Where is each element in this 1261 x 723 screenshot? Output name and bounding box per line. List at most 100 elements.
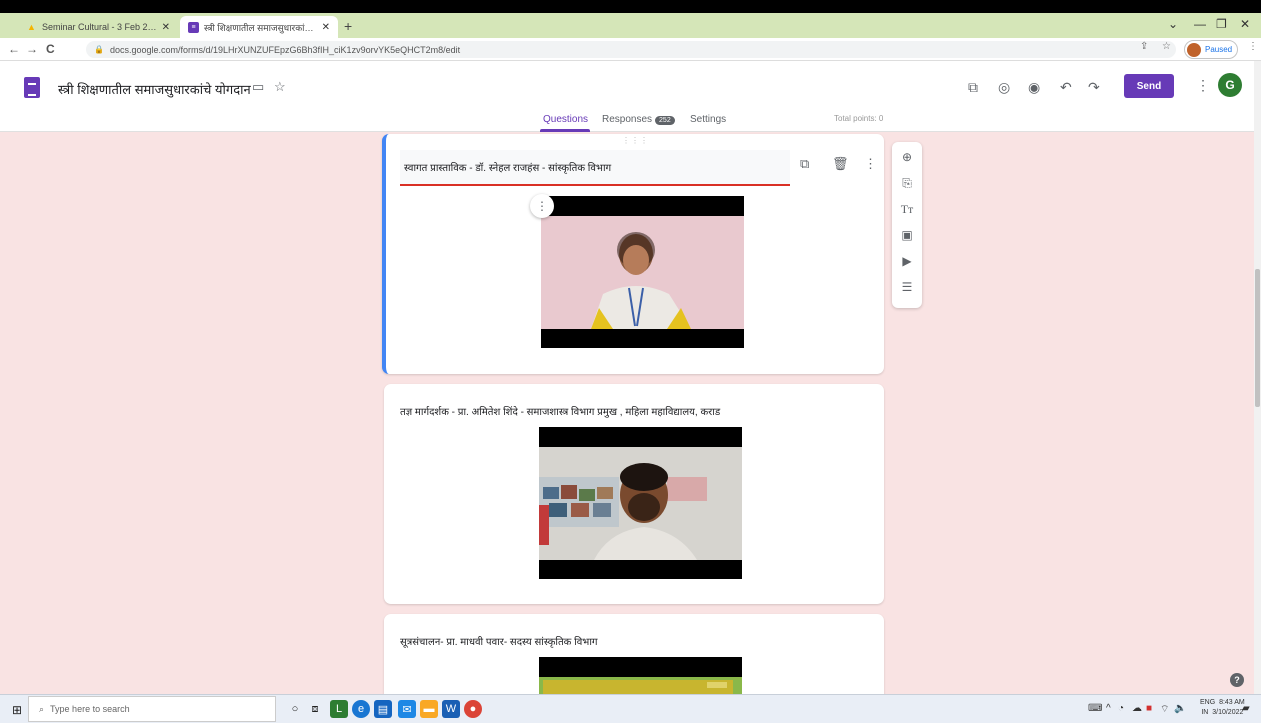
floating-toolbar: ⊕ ⎘ Tт ▣ ▶ ☰ xyxy=(892,142,922,308)
delete-icon[interactable]: 🗑 xyxy=(832,156,849,172)
taskbar-search-input[interactable]: ⌕ Type here to search xyxy=(28,696,276,722)
windows-taskbar: ⊞ ⌕ Type here to search ○ ⧈ L e ▤ ✉ ▬ W … xyxy=(0,694,1261,723)
item-title-text: तज्ञ मार्गदर्शक - प्रा. अमितेश शिंदे - स… xyxy=(400,407,721,418)
share-icon[interactable]: ⇪ xyxy=(1140,41,1148,52)
search-placeholder: Type here to search xyxy=(50,704,130,714)
network-icon[interactable]: ◔ xyxy=(1118,703,1124,714)
add-title-icon[interactable]: Tт xyxy=(892,202,922,217)
star-icon[interactable]: ☆ xyxy=(274,79,286,95)
keyboard-icon[interactable]: ⌨ xyxy=(1088,703,1102,714)
address-bar[interactable]: 🔒 docs.google.com/forms/d/19LHrXUNZUFEpz… xyxy=(86,41,1176,58)
new-tab-button[interactable]: + xyxy=(344,18,352,34)
clock-date: 3/10/2022 xyxy=(1212,709,1244,716)
onedrive-icon[interactable]: ☁ xyxy=(1132,703,1142,714)
add-question-icon[interactable]: ⊕ xyxy=(892,150,922,164)
question-card-1[interactable]: ⋮⋮⋮ स्वागत प्रास्ताविक - डॉ. स्नेहल राजह… xyxy=(382,134,884,374)
close-window-button[interactable]: ✕ xyxy=(1240,17,1250,31)
antivirus-icon[interactable]: ■ xyxy=(1146,703,1152,714)
folder-icon[interactable]: ▭ xyxy=(252,79,264,95)
notifications-icon[interactable]: ▰ xyxy=(1242,703,1250,714)
form-title[interactable]: स्त्री शिक्षणातील समाजसुधारकांचे योगदान xyxy=(58,80,251,98)
language-bottom: IN xyxy=(1201,709,1209,716)
chrome-icon[interactable]: ● xyxy=(464,700,482,718)
tab-questions[interactable]: Questions xyxy=(543,114,588,125)
tab-responses-label: Responses xyxy=(602,114,653,125)
close-icon[interactable]: ✕ xyxy=(322,22,330,33)
import-questions-icon[interactable]: ⎘ xyxy=(892,176,922,191)
forward-icon[interactable]: → xyxy=(26,42,38,56)
browser-toolbar: ← → C 🔒 docs.google.com/forms/d/19LHrXUN… xyxy=(0,38,1261,61)
minimize-button[interactable]: — xyxy=(1194,17,1206,31)
tab-settings[interactable]: Settings xyxy=(690,114,726,125)
question-card-2[interactable]: तज्ञ मार्गदर्शक - प्रा. अमितेश शिंदे - स… xyxy=(384,384,884,604)
palette-icon[interactable]: ◎ xyxy=(998,79,1010,96)
edge-icon[interactable]: e xyxy=(352,700,370,718)
task-view-icon[interactable]: ⧈ xyxy=(306,700,324,718)
show-hidden-icons[interactable]: ^ xyxy=(1106,703,1111,714)
preview-eye-icon[interactable]: ◉ xyxy=(1028,79,1040,96)
tab-responses[interactable]: Responses 252 xyxy=(602,114,675,125)
add-video-icon[interactable]: ▶ xyxy=(892,254,922,268)
video-thumbnail[interactable] xyxy=(541,196,744,348)
profile-avatar xyxy=(1187,42,1201,57)
item-title-field[interactable]: स्वागत प्रास्ताविक - डॉ. स्नेहल राजहंस -… xyxy=(400,150,790,186)
scroll-thumb[interactable] xyxy=(1255,269,1260,407)
add-section-icon[interactable]: ☰ xyxy=(892,280,922,294)
drag-handle-icon[interactable]: ⋮⋮⋮ xyxy=(622,136,649,145)
app-l-icon[interactable]: L xyxy=(330,700,348,718)
add-image-icon[interactable]: ▣ xyxy=(892,228,922,242)
tab-search-icon[interactable]: ⌄ xyxy=(1168,17,1178,31)
browser-tab-form[interactable]: ≡ स्त्री शिक्षणातील समाजसुधारकांचे योग ✕ xyxy=(180,16,338,38)
tab-title: Seminar Cultural - 3 Feb 2021 - xyxy=(42,22,158,32)
system-clock[interactable]: ENG 8:43 AM IN 3/10/2022 xyxy=(1200,698,1245,718)
word-icon[interactable]: W xyxy=(442,700,460,718)
language-top: ENG xyxy=(1200,699,1216,706)
help-icon[interactable]: ? xyxy=(1230,673,1244,687)
paused-label: Paused xyxy=(1205,45,1233,54)
more-options-icon[interactable]: ⋮ xyxy=(1196,77,1210,94)
mail-icon[interactable]: ✉ xyxy=(398,700,416,718)
form-editor-canvas: ⋮⋮⋮ स्वागत प्रास्ताविक - डॉ. स्नेहल राजह… xyxy=(0,132,1254,694)
cortana-icon[interactable]: ○ xyxy=(286,700,304,718)
forms-icon: ≡ xyxy=(188,21,199,33)
account-avatar[interactable]: G xyxy=(1218,73,1242,97)
lock-icon: 🔒 xyxy=(94,45,104,54)
search-icon: ⌕ xyxy=(39,703,45,714)
forms-logo-icon[interactable] xyxy=(24,77,40,98)
wifi-icon[interactable]: ⌔ xyxy=(1160,703,1169,716)
addons-icon[interactable]: ⧉ xyxy=(968,79,978,96)
video-frame-speaker-man xyxy=(539,447,742,560)
image-options-button[interactable]: ⋮ xyxy=(530,194,554,218)
video-thumbnail[interactable] xyxy=(539,657,742,694)
send-button[interactable]: Send xyxy=(1124,74,1174,98)
video-thumbnail[interactable] xyxy=(539,427,742,579)
video-frame-partial xyxy=(539,677,742,694)
redo-icon[interactable]: ↷ xyxy=(1088,79,1100,96)
volume-icon[interactable]: 🔈 xyxy=(1174,703,1186,714)
reload-icon[interactable]: C xyxy=(46,42,55,56)
tab-title: स्त्री शिक्षणातील समाजसुधारकांचे योग xyxy=(204,22,318,33)
bookmark-star-icon[interactable]: ☆ xyxy=(1162,41,1171,52)
question-card-3[interactable]: सूत्रसंचालन- प्रा. माधवी पवार- सदस्य सां… xyxy=(384,614,884,694)
browser-tab-seminar[interactable]: ▲ Seminar Cultural - 3 Feb 2021 - ✕ xyxy=(18,16,178,38)
item-more-icon[interactable]: ⋮ xyxy=(864,156,877,172)
windows-start-icon[interactable]: ⊞ xyxy=(12,703,22,717)
restore-button[interactable]: ❐ xyxy=(1216,17,1227,31)
item-title-text: सूत्रसंचालन- प्रा. माधवी पवार- सदस्य सां… xyxy=(400,637,598,648)
close-icon[interactable]: ✕ xyxy=(162,22,170,33)
drive-icon: ▲ xyxy=(27,22,36,32)
browser-menu-icon[interactable]: ⋮ xyxy=(1248,41,1258,52)
undo-icon[interactable]: ↶ xyxy=(1060,79,1072,96)
item-title-text: स्वागत प्रास्ताविक - डॉ. स्नेहल राजहंस -… xyxy=(404,163,612,174)
duplicate-icon[interactable]: ⧉ xyxy=(800,156,809,172)
store-icon[interactable]: ▤ xyxy=(374,700,392,718)
file-explorer-icon[interactable]: ▬ xyxy=(420,700,438,718)
back-icon[interactable]: ← xyxy=(8,42,20,56)
video-frame-speaker-woman xyxy=(541,216,744,329)
screen: ▲ Seminar Cultural - 3 Feb 2021 - ✕ ≡ स्… xyxy=(0,0,1261,723)
total-points: Total points: 0 xyxy=(834,114,884,123)
profile-paused-button[interactable]: Paused xyxy=(1184,40,1238,59)
page-scrollbar[interactable] xyxy=(1254,61,1261,694)
clock-time: 8:43 AM xyxy=(1219,699,1245,706)
browser-tabbar: ▲ Seminar Cultural - 3 Feb 2021 - ✕ ≡ स्… xyxy=(0,13,1261,38)
